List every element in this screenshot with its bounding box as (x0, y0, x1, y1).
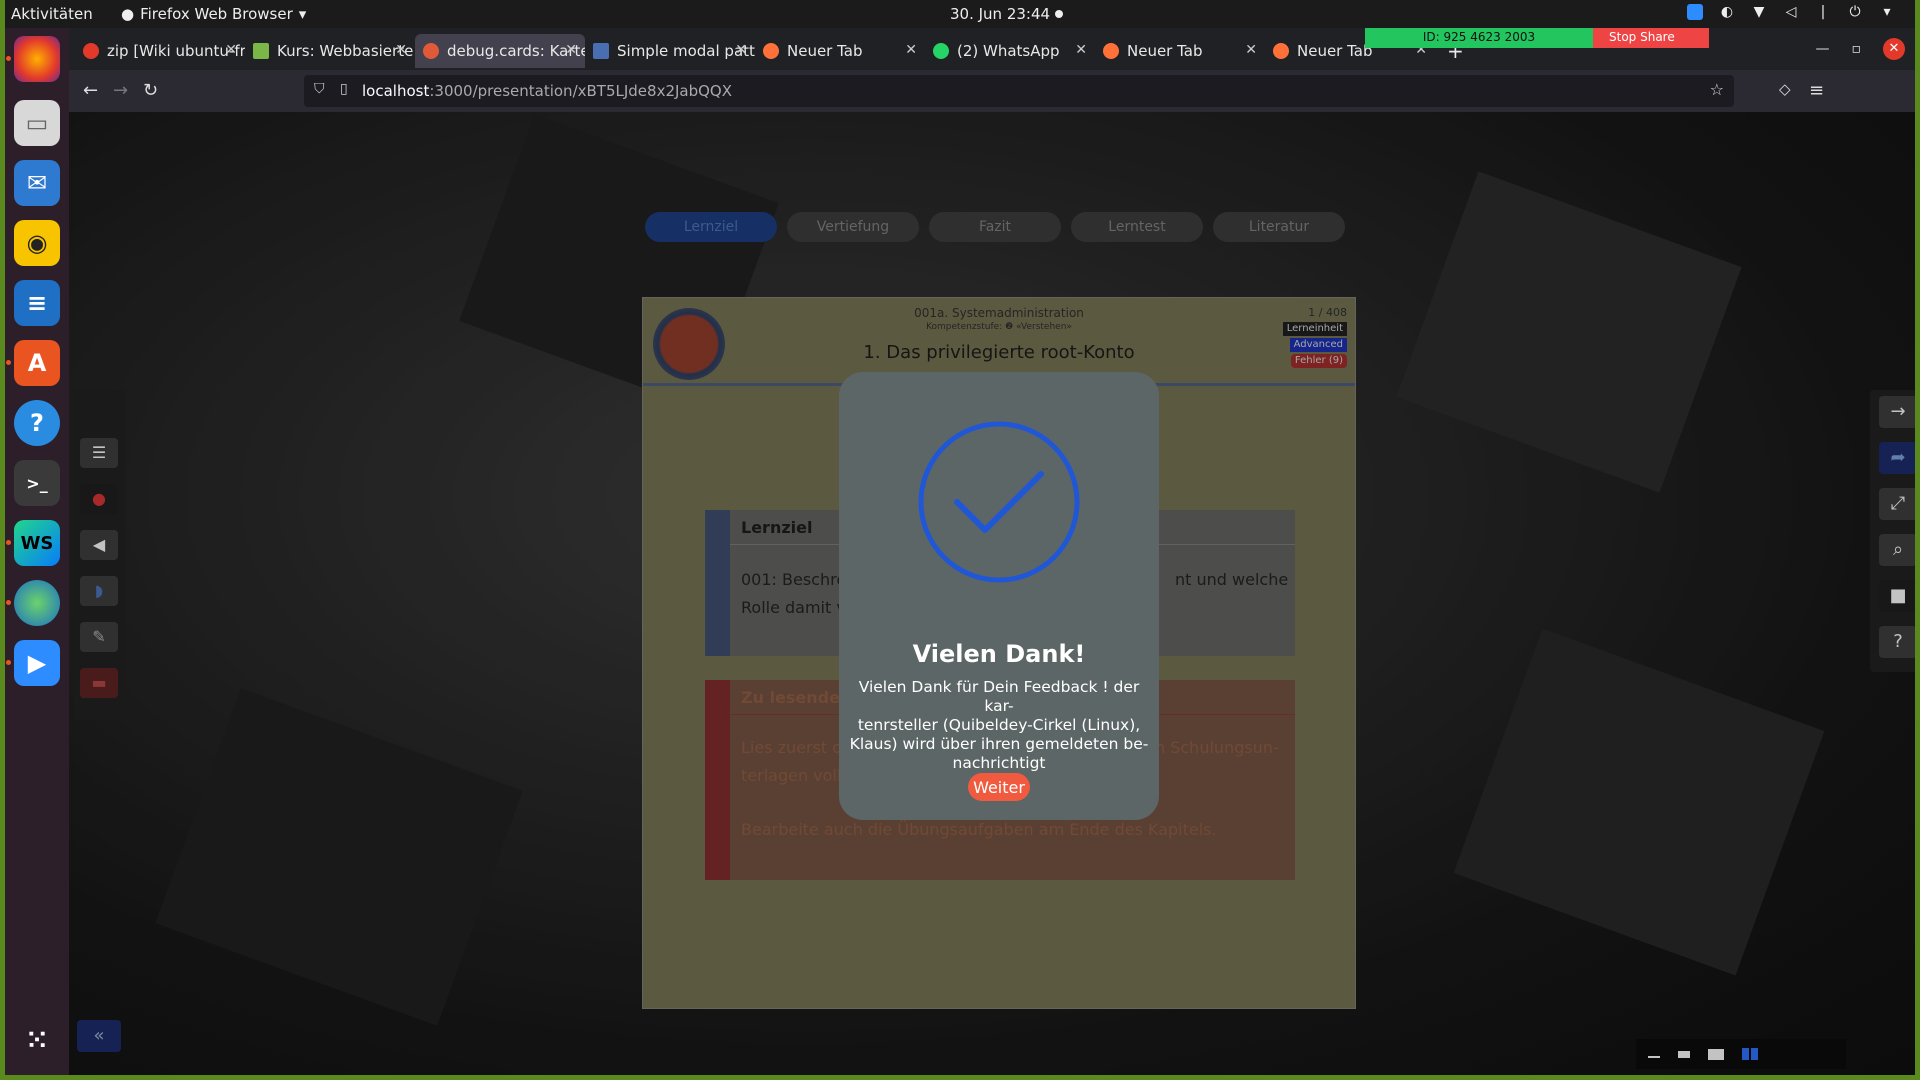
power-icon[interactable]: ⏻ (1847, 4, 1863, 20)
tab[interactable]: zip [Wiki ubuntu-fr] ✕ (75, 34, 245, 68)
activities-button[interactable]: Aktivitäten (11, 5, 93, 23)
thank-you-modal: Vielen Dank! Vielen Dank für Dein Feedba… (839, 372, 1159, 820)
chevron-down-icon[interactable]: ▾ (1879, 4, 1895, 20)
checkmark-icon (918, 421, 1080, 583)
close-icon[interactable]: ✕ (735, 42, 747, 58)
tab-favicon (1273, 43, 1289, 59)
zoom-share-bar: ID: 925 4623 2003 Stop Share (1365, 28, 1709, 48)
tab[interactable]: (2) WhatsApp ✕ (925, 34, 1095, 68)
tab-favicon (763, 43, 779, 59)
app-menu[interactable]: ● Firefox Web Browser ▾ (121, 5, 306, 23)
software-icon[interactable]: A (6, 340, 60, 386)
close-icon[interactable]: ✕ (565, 42, 577, 58)
help-icon[interactable]: ? (14, 400, 60, 446)
camera-app-icon[interactable] (6, 580, 60, 626)
microphone-icon[interactable]: | (1815, 4, 1831, 20)
volume-icon[interactable]: ◁ (1783, 4, 1799, 20)
thunderbird-icon[interactable]: ✉ (14, 160, 60, 206)
firefox-icon: ● (121, 5, 135, 23)
tab[interactable]: Kurs: Webbasierte Syst✕ (245, 34, 415, 68)
files-icon[interactable]: ▭ (14, 100, 60, 146)
clock[interactable]: 30. Jun 23:44 (950, 5, 1050, 23)
url-bar[interactable]: ⛉ ▯ localhost:3000/presentation/xBT5LJde… (304, 75, 1734, 107)
back-icon[interactable]: ← (83, 80, 98, 101)
tab-favicon (933, 43, 949, 59)
shield-icon[interactable]: ⛉ (314, 81, 325, 97)
menu-icon[interactable]: ≡ (1809, 80, 1824, 101)
terminal-icon[interactable]: >_ (14, 460, 60, 506)
tab-favicon (83, 43, 99, 59)
stop-share-button[interactable]: Stop Share (1593, 28, 1709, 48)
tab[interactable]: Neuer Tab ✕ (1095, 34, 1265, 68)
rhythmbox-icon[interactable]: ◉ (14, 220, 60, 266)
close-icon[interactable]: ✕ (1075, 42, 1087, 58)
system-tray[interactable]: ◐ ▼ ◁ | ⏻ ▾ (1687, 4, 1895, 20)
star-icon[interactable]: ☆ (1710, 80, 1724, 99)
close-window-icon[interactable]: ✕ (1883, 38, 1905, 60)
tab-favicon (1103, 43, 1119, 59)
minimize-icon[interactable]: — (1816, 41, 1830, 57)
window-controls: — ▫ ✕ (1816, 38, 1905, 60)
show-apps-icon[interactable]: ⁙ (14, 1018, 60, 1064)
tab[interactable]: Neuer Tab ✕ (755, 34, 925, 68)
chevron-down-icon: ▾ (298, 5, 307, 23)
tab-favicon (593, 43, 609, 59)
close-icon[interactable]: ✕ (905, 42, 917, 58)
modal-title: Vielen Dank! (912, 640, 1086, 668)
gnome-top-bar: Aktivitäten ● Firefox Web Browser ▾ 30. Ju… (5, 0, 1915, 28)
navigation-bar: ← → ↻ ⛉ ▯ localhost:3000/presentation/xB… (69, 70, 1915, 112)
continue-button[interactable]: Weiter (968, 773, 1030, 801)
zoom-icon[interactable] (1687, 4, 1703, 20)
wifi-icon[interactable]: ▼ (1751, 4, 1767, 20)
reload-icon[interactable]: ↻ (143, 80, 158, 101)
close-icon[interactable]: ✕ (1245, 42, 1257, 58)
firefox-icon[interactable] (6, 36, 60, 82)
notification-dot (1055, 10, 1063, 18)
tab-active[interactable]: debug.cards: Kartensc✕ (415, 34, 585, 68)
globe-icon[interactable]: ◐ (1719, 4, 1735, 20)
page-icon[interactable]: ▯ (340, 81, 348, 97)
ubuntu-dock: ▭ ✉ ◉ ≡ A ? >_ WS ▶ ⁙ (5, 28, 69, 1075)
close-icon[interactable]: ✕ (225, 42, 237, 58)
webstorm-icon[interactable]: WS (6, 520, 60, 566)
zoom-app-icon[interactable]: ▶ (6, 640, 60, 686)
close-icon[interactable]: ✕ (395, 42, 407, 58)
meeting-id: ID: 925 4623 2003 (1365, 28, 1593, 48)
writer-icon[interactable]: ≡ (14, 280, 60, 326)
pocket-icon[interactable]: ◇ (1779, 80, 1791, 98)
modal-message: Vielen Dank für Dein Feedback ! der kar-… (849, 678, 1149, 772)
desktop: Aktivitäten ● Firefox Web Browser ▾ 30. Ju… (5, 0, 1915, 1075)
maximize-icon[interactable]: ▫ (1852, 41, 1862, 57)
tab-favicon (253, 43, 269, 59)
tab-favicon (423, 43, 439, 59)
forward-icon[interactable]: → (113, 80, 128, 101)
tab[interactable]: Simple modal pattern✕ (585, 34, 755, 68)
